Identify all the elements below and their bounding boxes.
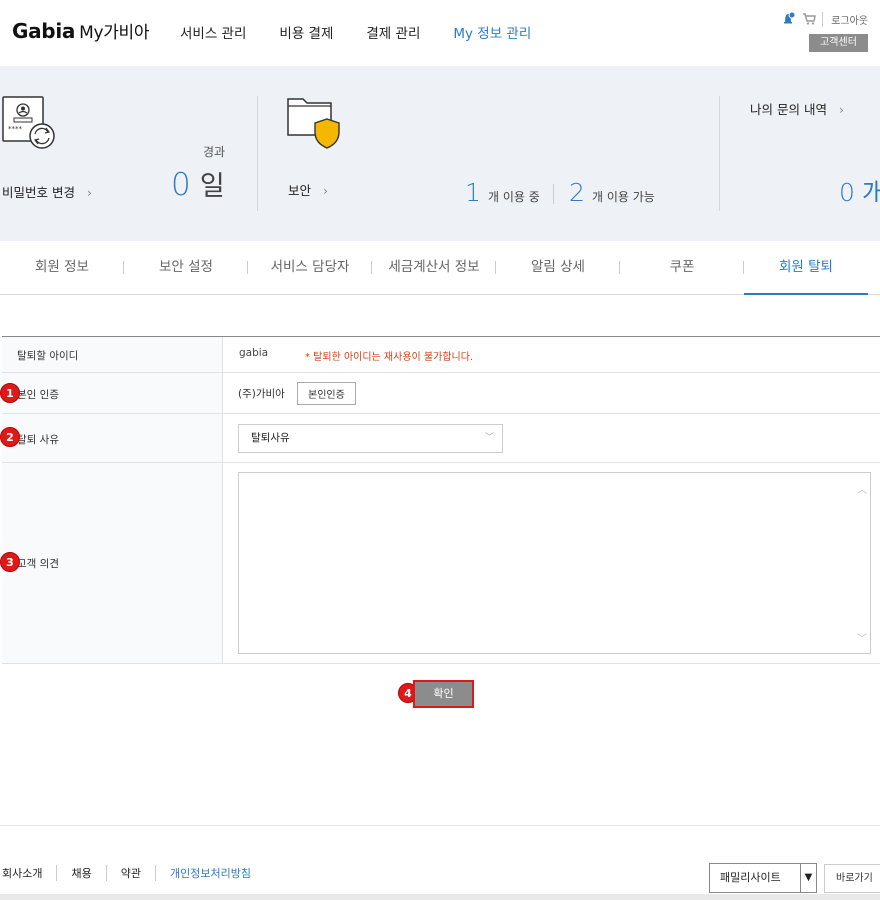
identity-verification-label: 본인 인증 (2, 373, 223, 413)
bottom-band (0, 894, 880, 900)
inquiry-count-unit: 개 (862, 178, 880, 207)
nav-payment-management[interactable]: 결제 관리 (366, 22, 420, 42)
footer-link-terms[interactable]: 약관 (105, 865, 155, 881)
customer-opinion-label: 고객 의견 (2, 463, 223, 663)
scroll-up-arrow-icon[interactable]: ︿ (857, 481, 867, 496)
nav-my-info[interactable]: My 정보 관리 (453, 22, 531, 42)
utility-menu: 로그아웃 (780, 10, 868, 29)
row-withdraw-reason: 탈퇴 사유 탈퇴사유 ﹀ (2, 414, 880, 463)
inquiry-label: 나의 문의 내역 (750, 102, 827, 117)
row-customer-opinion: 고객 의견 ︿ ﹀ (2, 463, 880, 664)
customer-opinion-cell: ︿ ﹀ (223, 463, 880, 663)
identity-verification-cell: (주)가비아 본인인증 (223, 373, 880, 413)
divider (553, 184, 554, 204)
withdraw-id-cell: gabia * 탈퇴한 아이디는 재사용이 불가합니다. (223, 337, 880, 372)
security-link[interactable]: 보안 › (288, 180, 328, 199)
divider (719, 96, 720, 211)
withdrawal-form: 탈퇴할 아이디 gabia * 탈퇴한 아이디는 재사용이 불가합니다. 본인 … (2, 336, 880, 664)
family-site-select[interactable]: 패밀리사이트 ▼ (709, 863, 817, 893)
password-elapsed-label: 경과 (203, 145, 226, 159)
tab-notification[interactable]: 알림 상세 (496, 241, 620, 295)
password-change-link[interactable]: 비밀번호 변경 › (2, 182, 92, 201)
chevron-right-icon: › (838, 102, 844, 117)
security-available-label: 개 이용 가능 (592, 190, 655, 204)
footer-link-careers[interactable]: 채용 (56, 865, 105, 881)
withdraw-id-value: gabia (239, 347, 269, 359)
customer-opinion-textarea[interactable]: ︿ ﹀ (238, 472, 871, 654)
folder-shield-icon (287, 95, 343, 155)
password-days-unit: 일 (199, 171, 225, 202)
nav-service-management[interactable]: 서비스 관리 (180, 22, 246, 42)
footer-link-privacy[interactable]: 개인정보처리방침 (154, 865, 265, 881)
logo-subtitle: My가비아 (79, 23, 150, 43)
dashboard-summary: **** 비밀번호 변경 › 경과 0 일 보안 › 1 개 이용 중 2 개 … (0, 66, 880, 241)
password-days-count: 0 (171, 167, 191, 203)
logo[interactable]: Gabia My가비아 (12, 18, 150, 43)
footer-links: 회사소개 채용 약관 개인정보처리방침 (2, 865, 265, 881)
logout-link[interactable]: 로그아웃 (822, 12, 868, 27)
tab-security-settings[interactable]: 보안 설정 (124, 241, 248, 295)
withdraw-reason-label: 탈퇴 사유 (2, 414, 223, 462)
inquiry-count: 0 개 (839, 173, 880, 209)
withdraw-id-label: 탈퇴할 아이디 (2, 337, 223, 372)
withdraw-reason-select[interactable]: 탈퇴사유 ﹀ (238, 424, 503, 453)
password-card-icon: **** (2, 96, 56, 154)
family-site-selected: 패밀리사이트 (720, 871, 781, 884)
svg-text:****: **** (8, 125, 23, 133)
customer-center-button[interactable]: 고객센터 (809, 34, 868, 52)
scroll-down-arrow-icon[interactable]: ﹀ (857, 630, 867, 645)
step-badge-3: 3 (0, 552, 20, 572)
chevron-down-icon: ▼ (800, 864, 816, 892)
step-badge-1: 1 (0, 383, 20, 403)
footer-divider (0, 825, 880, 826)
tab-member-info[interactable]: 회원 정보 (0, 241, 124, 295)
company-name: (주)가비아 (238, 388, 285, 400)
tab-coupon[interactable]: 쿠폰 (620, 241, 744, 295)
row-withdraw-id: 탈퇴할 아이디 gabia * 탈퇴한 아이디는 재사용이 불가합니다. (2, 337, 880, 373)
password-elapsed-value: 0 일 (171, 164, 225, 203)
cart-icon[interactable] (802, 10, 817, 29)
security-available-count: 2 (569, 178, 585, 207)
global-nav: 서비스 관리 비용 결제 결제 관리 My 정보 관리 (180, 22, 564, 42)
withdraw-reason-cell: 탈퇴사유 ﹀ (223, 414, 880, 462)
confirm-button[interactable]: 확인 (413, 680, 474, 708)
password-change-label: 비밀번호 변경 (2, 185, 75, 200)
security-in-use-label: 개 이용 중 (488, 190, 540, 204)
tab-withdrawal[interactable]: 회원 탈퇴 (744, 241, 868, 295)
security-in-use-count: 1 (465, 178, 481, 207)
security-label: 보안 (288, 183, 312, 198)
security-available: 2 개 이용 가능 (569, 178, 655, 207)
divider (257, 96, 258, 211)
withdraw-reason-selected: 탈퇴사유 (251, 432, 290, 444)
chevron-right-icon: › (86, 185, 92, 200)
inquiry-count-value: 0 (839, 178, 855, 207)
step-badge-2: 2 (0, 427, 20, 447)
notification-bell-icon[interactable] (780, 10, 796, 29)
footer-link-company[interactable]: 회사소개 (2, 865, 56, 881)
chevron-down-icon: ﹀ (484, 433, 494, 443)
identity-verify-button[interactable]: 본인인증 (297, 382, 356, 405)
inquiry-link[interactable]: 나의 문의 내역 › (750, 99, 844, 118)
nav-billing[interactable]: 비용 결제 (279, 22, 333, 42)
go-button[interactable]: 바로가기 (824, 864, 880, 893)
chevron-right-icon: › (323, 183, 328, 198)
top-header: Gabia My가비아 서비스 관리 비용 결제 결제 관리 My 정보 관리 로… (0, 0, 880, 66)
tab-service-manager[interactable]: 서비스 담당자 (248, 241, 372, 295)
withdraw-id-notice: * 탈퇴한 아이디는 재사용이 불가합니다. (305, 352, 474, 363)
row-identity-verification: 본인 인증 (주)가비아 본인인증 (2, 373, 880, 414)
tab-tax-invoice[interactable]: 세금계산서 정보 (372, 241, 496, 295)
account-tabs: 회원 정보 보안 설정 서비스 담당자 세금계산서 정보 알림 상세 쿠폰 회원… (0, 241, 880, 295)
security-in-use: 1 개 이용 중 (465, 178, 540, 207)
